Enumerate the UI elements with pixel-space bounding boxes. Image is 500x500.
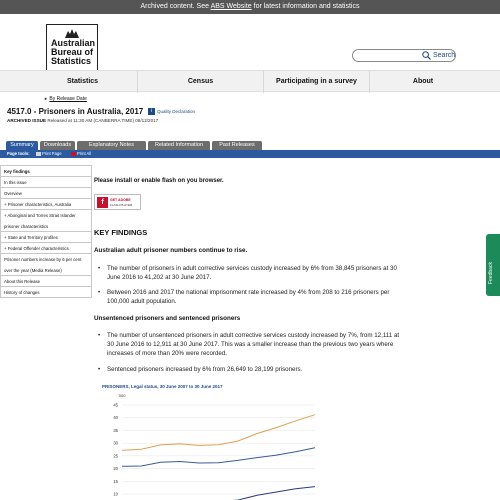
sidebar-item-aboriginal-torres-strait[interactable]: + Aboriginal and Torres Strait Islander	[1, 210, 91, 221]
finding-bullet: Between 2016 and 2017 the national impri…	[98, 288, 402, 306]
sidebar-item-about-release[interactable]: About this Release	[1, 276, 91, 287]
search-input[interactable]	[357, 51, 417, 61]
series-line	[121, 414, 316, 451]
main-nav: Statistics Census Participating in a sur…	[0, 70, 500, 93]
breadcrumb: ► By Release Date	[44, 96, 87, 102]
page-tools-bar: Page tools: Print Page Print All	[0, 150, 500, 158]
tab-downloads[interactable]: Downloads	[40, 141, 75, 150]
print-all-link[interactable]: Print All	[71, 150, 91, 158]
y-tick-label: 40	[113, 415, 118, 420]
nav-census[interactable]: Census	[138, 71, 264, 93]
logo-line3: Statistics	[51, 56, 92, 66]
breadcrumb-arrow-icon: ►	[44, 96, 48, 101]
breadcrumb-by-release-date[interactable]: By Release Date	[49, 96, 87, 102]
y-tick-label: 45	[113, 403, 118, 408]
page-tools-label: Page tools:	[7, 151, 30, 156]
abs-website-link[interactable]: ABS Website	[211, 3, 252, 10]
flash-badge-bottom: FLASH PLAYER	[110, 203, 133, 207]
tab-explanatory-notes[interactable]: Explanatory Notes	[77, 141, 146, 150]
y-tick-label: 30	[113, 441, 118, 446]
tab-summary[interactable]: Summary	[6, 141, 38, 150]
sidebar-item-media-release-cont[interactable]: over the year (Media Release)	[1, 265, 91, 276]
sidebar-item-aboriginal-torres-strait-cont[interactable]: prisoner characteristics	[1, 221, 91, 232]
tab-past-releases[interactable]: Past Releases	[212, 141, 262, 150]
info-icon: i	[148, 108, 155, 115]
finding-bullet: The number of unsentenced prisoners in a…	[98, 331, 402, 358]
sidebar-item-overview[interactable]: Overview	[1, 188, 91, 199]
archive-line: ARCHIVED ISSUE Released at 11:30 AM (CAN…	[7, 118, 158, 123]
y-tick-label: 20	[113, 466, 118, 471]
banner-prefix: Archived content. See	[140, 3, 211, 10]
nav-about[interactable]: About	[370, 71, 476, 93]
feedback-label: Feedback	[488, 262, 494, 284]
print-page-link[interactable]: Print Page	[36, 150, 62, 158]
nav-participating-in-a-survey[interactable]: Participating in a survey	[264, 71, 370, 93]
search-box: Search	[352, 49, 456, 62]
legal-status-chart: PRISONERS, Legal status, 30 June 2007 to…	[102, 384, 316, 500]
sidebar-item-key-findings[interactable]: Key findings	[1, 166, 91, 177]
chart-ylabel: '000	[118, 393, 126, 398]
flash-message: Please install or enable flash on you br…	[94, 178, 224, 184]
sidebar-item-media-release[interactable]: Prisoner numbers increase by 6 per cent	[1, 254, 91, 265]
sidebar: Key findings In this issue Overview + Pr…	[0, 165, 92, 298]
sidebar-item-history[interactable]: History of changes	[1, 287, 91, 298]
y-tick-label: 10	[113, 492, 118, 497]
banner-suffix: for latest information and statistics	[251, 3, 360, 10]
archived-issue-label: ARCHIVED ISSUE	[7, 118, 47, 123]
print-all-label: Print All	[77, 151, 92, 156]
series-line	[121, 447, 316, 467]
search-button[interactable]: Search	[421, 50, 455, 61]
subheading-unsentenced: Unsentenced prisoners and sentenced pris…	[94, 315, 241, 322]
search-button-label: Search	[433, 52, 456, 59]
chart-title: PRISONERS, Legal status, 30 June 2007 to…	[102, 384, 223, 389]
series-line	[231, 486, 316, 500]
printer-icon	[36, 152, 41, 156]
key-findings-heading: KEY FINDINGS	[94, 228, 148, 237]
sidebar-item-prisoner-characteristics[interactable]: + Prisoner characteristics, Australia	[1, 199, 91, 210]
sidebar-item-federal-offender[interactable]: + Federal Offender characteristics	[1, 243, 91, 254]
sidebar-item-in-this-issue[interactable]: In this issue	[1, 177, 91, 188]
flash-badge-top: GET ADOBE	[110, 198, 131, 202]
search-icon	[422, 51, 431, 60]
y-tick-label: 15	[113, 479, 118, 484]
finding-bullet: Sentenced prisoners increased by 6% from…	[98, 365, 402, 374]
feedback-tab[interactable]: Feedback	[486, 234, 500, 296]
sidebar-item-state-territory[interactable]: + State and Territory profiles	[1, 232, 91, 243]
site-header: Australian Bureau of Statistics Search	[0, 14, 500, 76]
nav-statistics[interactable]: Statistics	[28, 71, 138, 93]
finding-bullet: The number of prisoners in adult correct…	[98, 264, 402, 282]
y-tick-label: 35	[113, 428, 118, 433]
release-info: Released at 11:30 AM (CANBERRA TIME) 08/…	[46, 118, 159, 123]
tab-related-information[interactable]: Related Information	[148, 141, 210, 150]
get-flash-player-button[interactable]: f GET ADOBE FLASH PLAYER	[94, 194, 141, 210]
pdf-icon	[71, 152, 76, 156]
archived-banner: Archived content. See ABS Website for la…	[0, 0, 500, 14]
abs-logo[interactable]: Australian Bureau of Statistics	[46, 24, 98, 76]
y-tick-label: 25	[113, 453, 118, 458]
print-page-label: Print Page	[42, 151, 62, 156]
subheading-adult-prisoners: Australian adult prisoner numbers contin…	[94, 247, 248, 254]
page-title: 4517.0 - Prisoners in Australia, 2017	[7, 107, 144, 116]
adobe-flash-icon: f	[97, 197, 108, 208]
quality-declaration-label: Quality Declaration	[157, 109, 196, 114]
